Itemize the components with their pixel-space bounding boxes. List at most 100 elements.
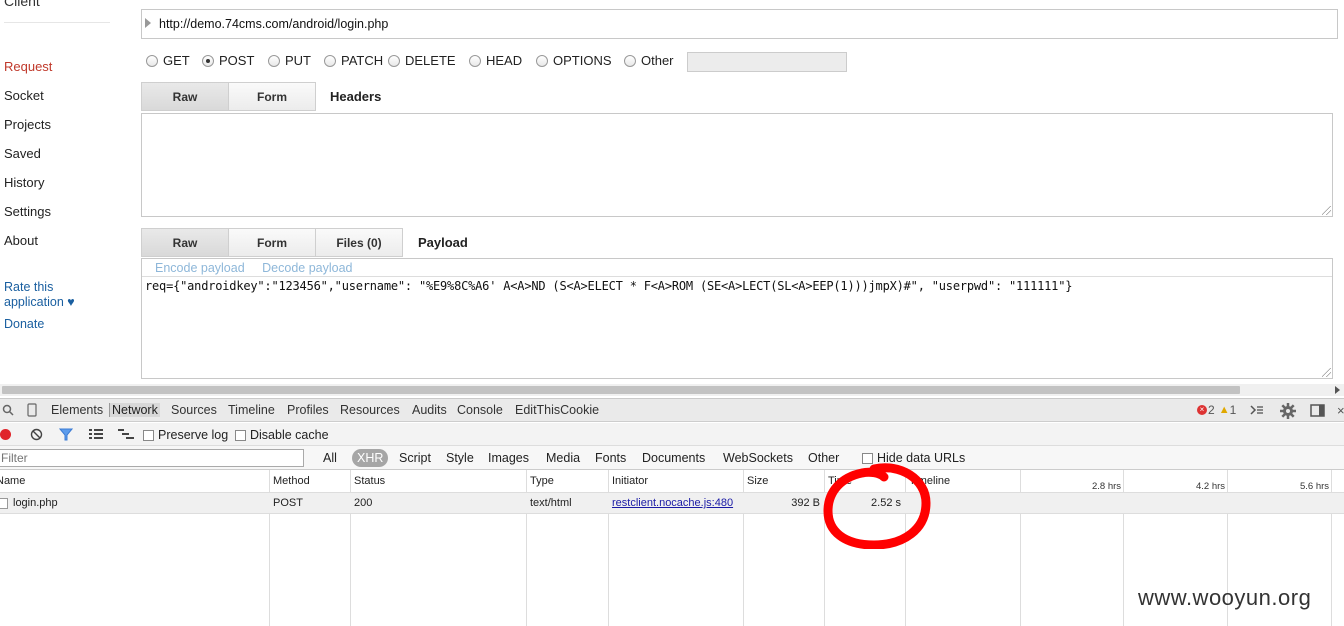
- sidebar-item-socket[interactable]: Socket: [4, 88, 44, 103]
- method-patch[interactable]: PATCH: [324, 53, 383, 68]
- watermark: www.wooyun.org: [1138, 585, 1312, 610]
- list-view-icon[interactable]: [89, 429, 103, 440]
- rate-link[interactable]: Rate this application ♥: [4, 280, 75, 310]
- method-delete[interactable]: DELETE: [388, 53, 456, 68]
- error-icon: ×: [1197, 405, 1207, 415]
- network-filter-input[interactable]: [0, 449, 304, 467]
- payload-body[interactable]: req={"androidkey":"123456","username": "…: [145, 279, 1072, 293]
- request-type: text/html: [530, 497, 572, 509]
- radio-icon[interactable]: [268, 54, 280, 67]
- app-title: Client: [4, 0, 40, 9]
- filter-type-style[interactable]: Style: [446, 451, 474, 465]
- gear-icon[interactable]: [1280, 403, 1296, 419]
- encode-payload-link[interactable]: Encode payload: [155, 261, 245, 275]
- scroll-right-icon[interactable]: [1335, 386, 1340, 394]
- tab-audits[interactable]: Audits: [412, 403, 447, 417]
- rate-link-line2: application ♥: [4, 295, 75, 309]
- radio-icon[interactable]: [324, 54, 336, 67]
- radio-icon[interactable]: [624, 54, 636, 67]
- url-bar[interactable]: [141, 9, 1338, 39]
- tab-elements[interactable]: Elements: [51, 403, 103, 417]
- tab-headers-form[interactable]: Form: [228, 82, 316, 111]
- sidebar-item-about[interactable]: About: [4, 233, 38, 248]
- disable-cache-toggle[interactable]: Disable cache: [235, 428, 329, 442]
- close-icon[interactable]: ×: [1337, 403, 1344, 418]
- payload-tabs: Raw Form Files (0): [141, 228, 403, 257]
- url-input[interactable]: [159, 17, 1309, 31]
- timeline-tick: 4.2 hrs: [1196, 481, 1226, 492]
- column-header-name[interactable]: Name: [0, 475, 25, 487]
- method-other[interactable]: Other: [624, 53, 674, 68]
- record-icon[interactable]: [0, 429, 11, 440]
- filter-type-media[interactable]: Media: [546, 451, 580, 465]
- radio-icon[interactable]: [536, 54, 548, 67]
- tab-payload-files[interactable]: Files (0): [315, 228, 403, 257]
- tab-headers-raw[interactable]: Raw: [141, 82, 229, 111]
- sidebar-item-history[interactable]: History: [4, 175, 44, 190]
- tab-sources[interactable]: Sources: [171, 403, 217, 417]
- method-get[interactable]: GET: [146, 53, 190, 68]
- search-icon[interactable]: [2, 404, 14, 416]
- tab-resources[interactable]: Resources: [340, 403, 400, 417]
- filter-type-fonts[interactable]: Fonts: [595, 451, 626, 465]
- method-head[interactable]: HEAD: [469, 53, 522, 68]
- scrollbar-thumb[interactable]: [2, 386, 1240, 394]
- timeline-tick: 5.6 hrs: [1300, 481, 1330, 492]
- device-mode-icon[interactable]: [27, 403, 37, 417]
- method-options[interactable]: OPTIONS: [536, 53, 612, 68]
- headers-textarea[interactable]: [141, 113, 1333, 217]
- tab-payload-raw[interactable]: Raw: [141, 228, 229, 257]
- radio-icon[interactable]: [146, 54, 158, 67]
- overview-icon[interactable]: [118, 429, 134, 440]
- tab-profiles[interactable]: Profiles: [287, 403, 329, 417]
- request-name[interactable]: login.php: [13, 497, 58, 509]
- radio-icon[interactable]: [469, 54, 481, 67]
- column-header-method[interactable]: Method: [273, 475, 310, 487]
- radio-checked-icon[interactable]: [202, 54, 214, 67]
- filter-icon[interactable]: [59, 428, 73, 441]
- preserve-log-toggle[interactable]: Preserve log: [143, 428, 228, 442]
- radio-icon[interactable]: [388, 54, 400, 67]
- horizontal-scrollbar[interactable]: [0, 384, 1344, 396]
- column-header-size[interactable]: Size: [747, 475, 768, 487]
- filter-type-xhr[interactable]: XHR: [352, 449, 389, 467]
- checkbox-icon[interactable]: [143, 429, 154, 441]
- request-method: POST: [273, 497, 303, 509]
- tab-payload-form[interactable]: Form: [228, 228, 316, 257]
- expand-arrow-icon[interactable]: [145, 18, 151, 28]
- sidebar-item-projects[interactable]: Projects: [4, 117, 51, 132]
- resize-grip-icon[interactable]: [1322, 368, 1331, 377]
- clear-icon[interactable]: [30, 428, 43, 441]
- filter-type-images[interactable]: Images: [488, 451, 529, 465]
- console-drawer-icon[interactable]: [1250, 404, 1264, 416]
- filter-type-all[interactable]: All: [323, 451, 337, 465]
- method-put[interactable]: PUT: [268, 53, 311, 68]
- tab-network[interactable]: Network: [109, 403, 160, 417]
- encode-links: Encode payload Decode payload: [155, 261, 367, 275]
- checkbox-icon[interactable]: [235, 429, 246, 441]
- request-status: 200: [354, 497, 373, 509]
- sidebar-item-settings[interactable]: Settings: [4, 204, 51, 219]
- tab-console[interactable]: Console: [457, 403, 503, 417]
- error-warning-counts[interactable]: × 2 ▲ 1: [1197, 403, 1236, 417]
- sidebar-item-saved[interactable]: Saved: [4, 146, 41, 161]
- filter-type-script[interactable]: Script: [399, 451, 431, 465]
- warning-icon: ▲: [1218, 404, 1230, 416]
- column-header-initiator[interactable]: Initiator: [612, 475, 648, 487]
- request-initiator-link[interactable]: restclient.nocache.js:480: [612, 497, 733, 509]
- dock-side-icon[interactable]: [1310, 404, 1326, 417]
- tab-editthiscookie[interactable]: EditThisCookie: [515, 403, 599, 417]
- other-method-input[interactable]: [687, 52, 847, 72]
- filter-type-websockets[interactable]: WebSockets: [723, 451, 793, 465]
- tab-timeline[interactable]: Timeline: [228, 403, 275, 417]
- network-filter-bar: All XHR Script Style Images Media Fonts …: [0, 446, 1344, 470]
- table-row[interactable]: login.php POST 200 text/html restclient.…: [0, 492, 1344, 514]
- column-header-status[interactable]: Status: [354, 475, 385, 487]
- donate-link[interactable]: Donate: [4, 317, 44, 332]
- method-post[interactable]: POST: [202, 53, 254, 68]
- decode-payload-link[interactable]: Decode payload: [262, 261, 352, 275]
- sidebar-item-request[interactable]: Request: [4, 59, 52, 74]
- column-header-type[interactable]: Type: [530, 475, 554, 487]
- resize-grip-icon[interactable]: [1322, 206, 1331, 215]
- filter-type-documents[interactable]: Documents: [642, 451, 705, 465]
